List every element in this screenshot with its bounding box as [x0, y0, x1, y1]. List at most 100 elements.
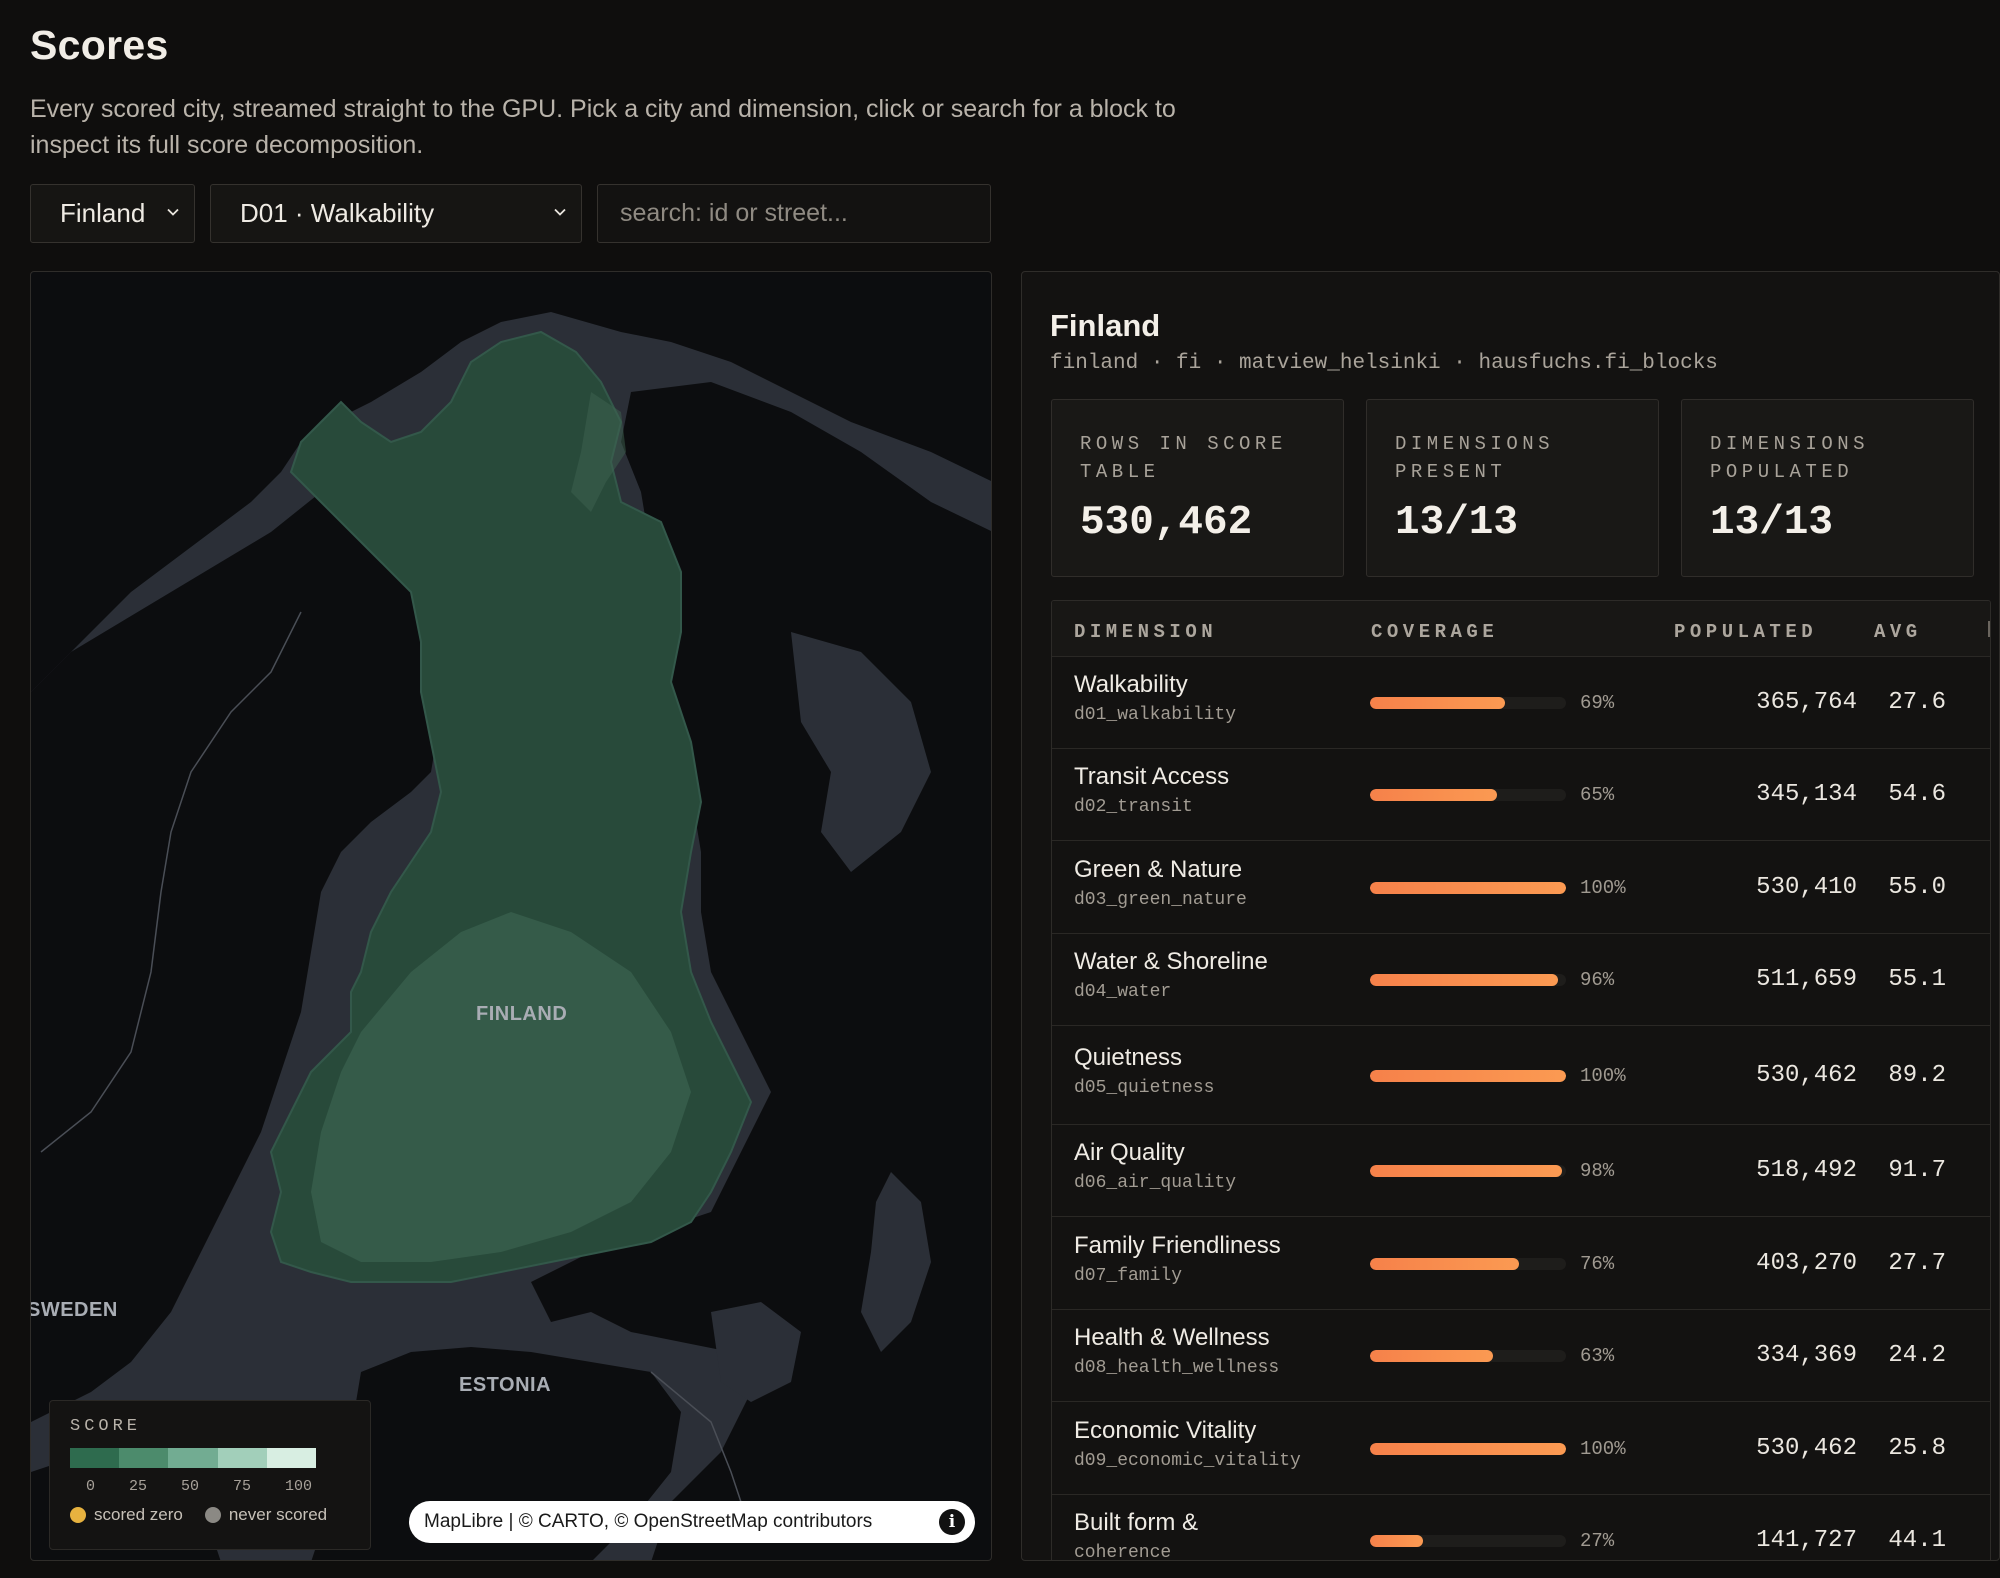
- populated-count: 518,492: [1756, 1157, 1857, 1184]
- coverage-percent: 65%: [1580, 784, 1615, 806]
- stat-card-dimensions-present: DIMENSIONS PRESENT 13/13: [1366, 399, 1659, 577]
- table-row[interactable]: Green & Nature d03_green_nature 100% 530,41…: [1052, 841, 1990, 934]
- average-score: 27.6: [1888, 689, 1946, 716]
- table-row[interactable]: Built form & coherence 27% 141,727 44.1: [1052, 1495, 1990, 1560]
- country-select[interactable]: Finland: [30, 184, 195, 243]
- table-row[interactable]: Transit Access d02_transit 65% 345,134 54.6: [1052, 749, 1990, 841]
- dimension-code: d04_water: [1074, 982, 1172, 1002]
- attribution-text[interactable]: MapLibre | © CARTO, © OpenStreetMap cont…: [424, 1511, 872, 1533]
- coverage-bar-fill: [1370, 882, 1566, 894]
- scored-zero-dot-icon: [70, 1507, 86, 1523]
- populated-count: 530,410: [1756, 874, 1857, 901]
- column-header-populated[interactable]: POPULATED: [1674, 621, 1817, 643]
- populated-count: 530,462: [1756, 1435, 1857, 1462]
- block-search-input[interactable]: [597, 184, 991, 243]
- average-score: 25.8: [1888, 1435, 1946, 1462]
- coverage-percent: 76%: [1580, 1253, 1615, 1275]
- never-scored-dot-icon: [204, 1507, 221, 1523]
- average-score: 27.7: [1888, 1250, 1946, 1277]
- coverage-bar-fill: [1370, 1350, 1494, 1362]
- legend-tick: 25: [128, 1478, 147, 1495]
- ramp-step: [217, 1448, 267, 1468]
- coverage-percent: 100%: [1580, 1438, 1626, 1460]
- coverage-percent: 98%: [1580, 1160, 1615, 1182]
- table-row[interactable]: Walkability d01_walkability 69% 365,764 27.6: [1052, 657, 1990, 749]
- coverage-percent: 96%: [1580, 969, 1615, 991]
- coverage-bar: [1370, 697, 1566, 709]
- ramp-step: [119, 1448, 169, 1468]
- table-row[interactable]: Family Friendliness d07_family 76% 403,270 2…: [1052, 1217, 1990, 1310]
- coverage-percent: 100%: [1580, 877, 1626, 899]
- dimension-code: d08_health_wellness: [1074, 1358, 1280, 1378]
- dimension-name: Family Friendliness: [1074, 1232, 1281, 1259]
- legend-tick: 0: [86, 1478, 96, 1495]
- coverage-bar: [1370, 1535, 1566, 1547]
- coverage-bar: [1370, 974, 1566, 986]
- column-header-avg[interactable]: AVG: [1874, 621, 1922, 643]
- stat-value: 530,462: [1080, 500, 1253, 546]
- legend-key-label: never scored: [228, 1505, 328, 1524]
- legend-tick: 75: [232, 1478, 251, 1495]
- dimension-name: Built form &: [1074, 1509, 1199, 1536]
- dimension-code: d09_economic_vitality: [1074, 1451, 1301, 1471]
- dimension-name: Water & Shoreline: [1074, 948, 1268, 975]
- legend-key-scored-zero: scored zero: [70, 1505, 183, 1525]
- stat-value: 13/13: [1395, 500, 1519, 546]
- table-row[interactable]: Air Quality d06_air_quality 98% 518,492 91.7: [1052, 1125, 1990, 1217]
- average-score: 54.6: [1888, 781, 1946, 808]
- legend-key-never-scored: never scored: [204, 1505, 328, 1525]
- coverage-bar-fill: [1370, 1258, 1519, 1270]
- controls-bar: Finland D01 · Walkability: [30, 184, 991, 243]
- coverage-bar-fill: [1370, 1165, 1563, 1177]
- column-resize-handle[interactable]: [1988, 621, 1990, 637]
- column-header-coverage[interactable]: COVERAGE: [1371, 621, 1498, 643]
- table-body: Walkability d01_walkability 69% 365,764 27.6…: [1052, 657, 1990, 1560]
- average-score: 55.1: [1888, 966, 1946, 993]
- average-score: 55.0: [1888, 874, 1946, 901]
- legend-tick: 100: [284, 1478, 312, 1495]
- dimension-name: Transit Access: [1074, 763, 1230, 790]
- coverage-bar-fill: [1370, 974, 1559, 986]
- stat-label: ROWS IN SCORE TABLE: [1080, 433, 1287, 483]
- stat-card-rows: ROWS IN SCORE TABLE 530,462: [1051, 399, 1344, 577]
- coverage-percent: 69%: [1580, 692, 1615, 714]
- table-row[interactable]: Economic Vitality d09_economic_vitality 10…: [1052, 1402, 1990, 1495]
- coverage-percent: 63%: [1580, 1345, 1615, 1367]
- average-score: 91.7: [1888, 1157, 1946, 1184]
- map-label-sweden: SWEDEN: [30, 1299, 118, 1321]
- dimension-code: d03_green_nature: [1074, 890, 1247, 910]
- map-label-finland: FINLAND: [476, 1003, 568, 1025]
- average-score: 24.2: [1888, 1342, 1946, 1369]
- column-header-dimension[interactable]: DIMENSION: [1074, 621, 1217, 643]
- average-score: 89.2: [1888, 1062, 1946, 1089]
- chevron-down-icon: [167, 208, 179, 216]
- map-attribution[interactable]: MapLibre | © CARTO, © OpenStreetMap cont…: [409, 1501, 975, 1543]
- dimension-select[interactable]: D01 · Walkability: [210, 184, 582, 243]
- dimension-code: d05_quietness: [1074, 1078, 1215, 1098]
- page-subtitle: Every scored city, streamed straight to …: [30, 95, 1176, 159]
- table-row[interactable]: Water & Shoreline d04_water 96% 511,659 55.1: [1052, 934, 1990, 1026]
- coverage-bar: [1370, 882, 1566, 894]
- dimension-name: Health & Wellness: [1074, 1324, 1270, 1351]
- coverage-bar-fill: [1370, 1443, 1566, 1455]
- legend-keys: scored zero never scored: [70, 1505, 350, 1525]
- table-row[interactable]: Health & Wellness d08_health_wellness 63% 3…: [1052, 1310, 1990, 1402]
- stat-label: DIMENSIONS POPULATED: [1710, 433, 1870, 483]
- table-row[interactable]: Quietness d05_quietness 100% 530,462 89.2: [1052, 1026, 1990, 1125]
- coverage-bar: [1370, 1070, 1566, 1082]
- legend-key-label: scored zero: [94, 1505, 183, 1524]
- table-header: DIMENSION COVERAGE POPULATED AVG: [1052, 601, 1990, 657]
- map-canvas[interactable]: FINLAND SWEDEN ESTONIA SCORE 0 25 50 75 …: [30, 271, 992, 1561]
- dimension-code: d01_walkability: [1074, 705, 1237, 725]
- legend-color-ramp: [70, 1448, 317, 1468]
- coverage-bar: [1370, 1443, 1566, 1455]
- info-icon[interactable]: i: [939, 1509, 965, 1535]
- coverage-bar-fill: [1370, 697, 1506, 709]
- dimension-select-value: D01 · Walkability: [240, 198, 435, 228]
- dimension-code: d06_air_quality: [1074, 1173, 1237, 1193]
- ramp-step: [70, 1448, 120, 1468]
- legend-ticks: 0 25 50 75 100: [86, 1478, 312, 1495]
- populated-count: 530,462: [1756, 1062, 1857, 1089]
- panel-title: Finland: [1050, 308, 1161, 343]
- populated-count: 403,270: [1756, 1250, 1857, 1277]
